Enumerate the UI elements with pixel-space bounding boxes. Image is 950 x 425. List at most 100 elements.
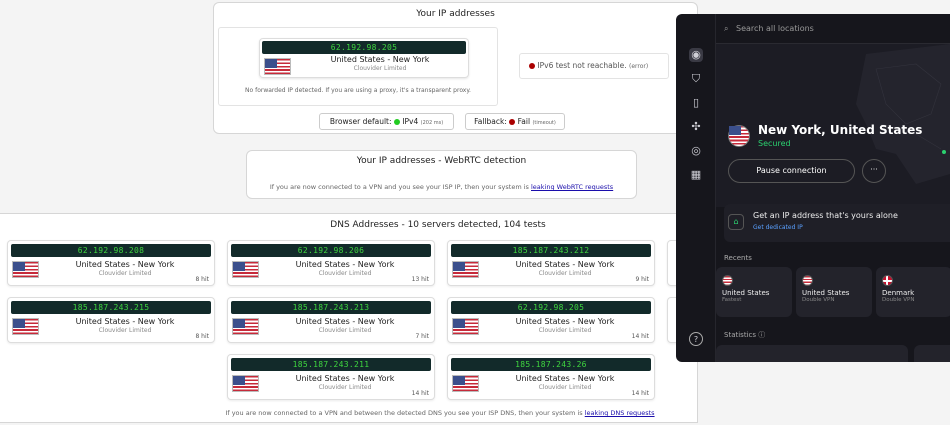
file-icon[interactable]: ▯ bbox=[689, 96, 703, 110]
pause-connection-button[interactable]: Pause connection bbox=[728, 159, 855, 183]
dns-note: If you are now connected to a VPN and be… bbox=[0, 409, 880, 417]
dns-ip: 185.187.243.26 bbox=[451, 358, 651, 371]
statistics-header: Statistics ⓘ bbox=[724, 330, 765, 340]
ip-card: 62.192.98.205 United States - New York C… bbox=[218, 27, 498, 106]
recent-name: United States bbox=[802, 289, 850, 297]
eye-icon[interactable]: ◎ bbox=[689, 144, 703, 158]
home-icon: ⌂ bbox=[728, 214, 744, 230]
dns-ip: 62.192.98.205 bbox=[451, 301, 651, 314]
dns-leak-link[interactable]: leaking DNS requests bbox=[585, 409, 655, 417]
dns-hits: 14 hit bbox=[631, 333, 649, 340]
recent-sub: Fastest bbox=[722, 297, 742, 303]
ip-value: 62.192.98.205 bbox=[262, 41, 466, 54]
browser-default-box: Browser default: IPv4 (202 ms) bbox=[319, 113, 454, 130]
recent-name: United States bbox=[722, 289, 770, 297]
fallback-note: (timeout) bbox=[532, 120, 556, 126]
dedicated-ip-promo[interactable]: ⌂ Get an IP address that's yours alone G… bbox=[724, 204, 950, 242]
help-icon[interactable]: ? bbox=[689, 332, 703, 346]
recents-label: Recents bbox=[724, 254, 752, 262]
dns-card: 62.192.98.205 United States - New York C… bbox=[447, 297, 655, 343]
fail-dot-icon bbox=[509, 119, 516, 125]
webrtc-title: Your IP addresses - WebRTC detection bbox=[356, 156, 527, 166]
dns-hits: 13 hit bbox=[411, 276, 429, 283]
fallback-label: Fallback: bbox=[474, 117, 507, 126]
us-flag-icon bbox=[12, 318, 39, 335]
location-search[interactable]: ⌕ Search all locations bbox=[716, 14, 950, 44]
statistics-card bbox=[914, 345, 950, 362]
dns-location: United States - New York bbox=[75, 260, 175, 269]
denmark-flag-icon bbox=[882, 275, 893, 286]
dns-isp: Clouvider Limited bbox=[98, 270, 152, 277]
dns-location: United States - New York bbox=[515, 260, 615, 269]
globe-icon[interactable]: ◉ bbox=[689, 48, 703, 62]
dns-location: United States - New York bbox=[295, 260, 395, 269]
us-flag-icon bbox=[728, 125, 750, 147]
dns-ip: 62.192.98.206 bbox=[231, 244, 431, 257]
us-flag-icon bbox=[12, 261, 39, 278]
connected-location: New York, United States bbox=[758, 123, 923, 137]
statistics-card bbox=[716, 345, 908, 362]
more-options-button[interactable]: ··· bbox=[862, 159, 886, 183]
browser-default-value: IPv4 bbox=[402, 117, 419, 126]
fallback-value: Fail bbox=[517, 117, 531, 126]
dns-hits: 9 hit bbox=[635, 276, 649, 283]
dns-isp: Clouvider Limited bbox=[318, 384, 372, 391]
dns-ip: 185.187.243.212 bbox=[451, 244, 651, 257]
dns-location: United States - New York bbox=[295, 374, 395, 383]
dns-title: DNS Addresses - 10 servers detected, 104… bbox=[330, 220, 546, 230]
dns-card: 185.187.243.26 United States - New York … bbox=[447, 354, 655, 400]
dns-isp: Clouvider Limited bbox=[318, 270, 372, 277]
promo-link[interactable]: Get dedicated IP bbox=[753, 224, 803, 231]
recent-item[interactable]: United States Double VPN bbox=[796, 267, 872, 317]
dns-isp: Clouvider Limited bbox=[318, 327, 372, 334]
us-flag-icon bbox=[452, 261, 479, 278]
dns-isp: Clouvider Limited bbox=[538, 384, 592, 391]
ip-isp: Clouvider Limited bbox=[353, 65, 407, 72]
us-flag-icon bbox=[232, 261, 259, 278]
success-dot-icon bbox=[393, 119, 400, 125]
dns-location: United States - New York bbox=[515, 317, 615, 326]
webrtc-note-text: If you are now connected to a VPN and yo… bbox=[269, 183, 529, 191]
dns-card: 185.187.243.213 United States - New York… bbox=[227, 297, 435, 343]
dns-hits: 14 hit bbox=[411, 390, 429, 397]
dns-card: 185.187.243.215 United States - New York… bbox=[7, 297, 215, 343]
us-flag-icon bbox=[452, 318, 479, 335]
dns-note-text: If you are now connected to a VPN and be… bbox=[225, 409, 583, 417]
us-flag-icon bbox=[802, 275, 813, 286]
recent-item[interactable]: Denmark Double VPN bbox=[876, 267, 950, 317]
dns-hits: 8 hit bbox=[195, 333, 209, 340]
us-flag-icon bbox=[722, 275, 733, 286]
us-flag-icon bbox=[232, 375, 259, 392]
settings-icon[interactable]: ✣ bbox=[689, 120, 703, 134]
dns-location: United States - New York bbox=[515, 374, 615, 383]
dns-hits: 8 hit bbox=[195, 276, 209, 283]
us-flag-icon bbox=[232, 318, 259, 335]
shield-icon[interactable]: ⛉ bbox=[689, 72, 703, 86]
dns-hits: 14 hit bbox=[631, 390, 649, 397]
vpn-sidebar: ◉ ⛉ ▯ ✣ ◎ ▦ ? bbox=[676, 14, 716, 362]
dns-card: 62.192.98.206 United States - New York C… bbox=[227, 240, 435, 286]
recent-name: Denmark bbox=[882, 289, 915, 297]
fallback-box: Fallback: Fail (timeout) bbox=[465, 113, 565, 130]
dns-isp: Clouvider Limited bbox=[538, 327, 592, 334]
grid-icon[interactable]: ▦ bbox=[689, 168, 703, 182]
dns-card: 62.192.98.208 United States - New York C… bbox=[7, 240, 215, 286]
us-flag-icon bbox=[452, 375, 479, 392]
recent-sub: Double VPN bbox=[802, 297, 835, 303]
dns-ip: 185.187.243.213 bbox=[231, 301, 431, 314]
info-icon[interactable]: ⓘ bbox=[758, 331, 765, 339]
vpn-app-window: ◉ ⛉ ▯ ✣ ◎ ▦ ? ⌕ Search all locations New… bbox=[676, 14, 950, 362]
dns-card: 185.187.243.211 United States - New York… bbox=[227, 354, 435, 400]
dns-hits: 7 hit bbox=[415, 333, 429, 340]
dns-ip: 62.192.98.208 bbox=[11, 244, 211, 257]
dns-isp: Clouvider Limited bbox=[538, 270, 592, 277]
ip-addresses-panel: Your IP addresses 62.192.98.205 United S… bbox=[213, 2, 698, 134]
ipv6-status: (error) bbox=[629, 63, 649, 70]
webrtc-leak-link[interactable]: leaking WebRTC requests bbox=[531, 183, 613, 191]
statistics-label: Statistics bbox=[724, 331, 756, 339]
ip-addresses-title: Your IP addresses bbox=[416, 9, 495, 19]
us-flag-icon bbox=[264, 58, 291, 75]
ipv6-box: IPv6 test not reachable. (error) bbox=[519, 53, 669, 79]
recent-item[interactable]: United States Fastest bbox=[716, 267, 792, 317]
dns-location: United States - New York bbox=[295, 317, 395, 326]
